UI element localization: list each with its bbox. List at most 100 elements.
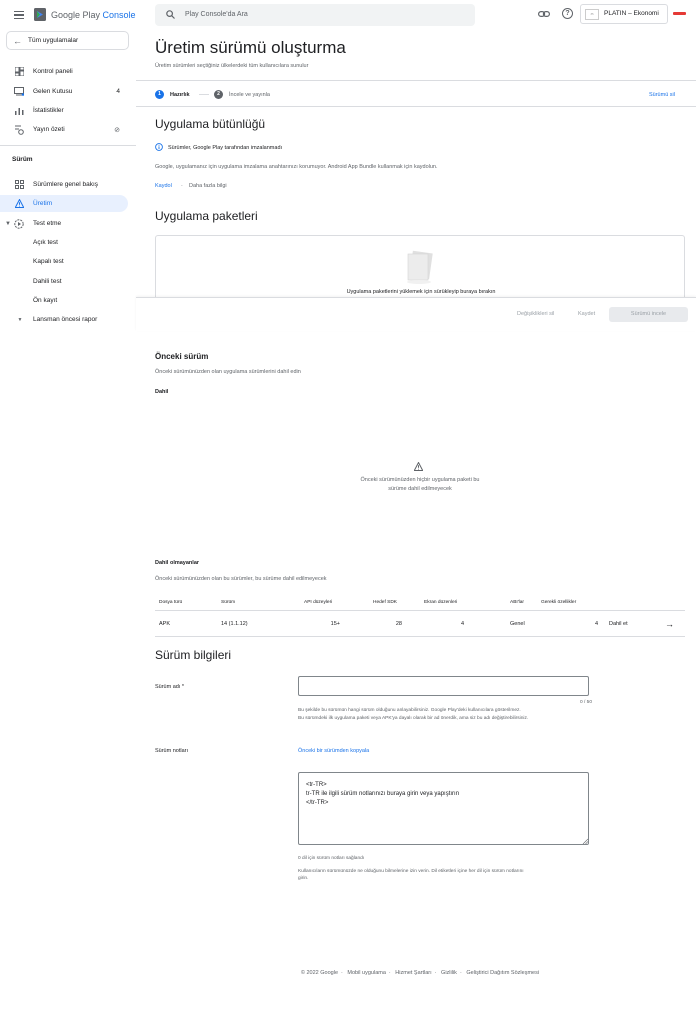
- delete-release-link[interactable]: Sürümü sil: [649, 92, 675, 98]
- sidebar-item-releases-overview[interactable]: Sürümlere genel bakış: [0, 176, 128, 193]
- previous-release-heading: Önceki sürüm: [155, 352, 209, 361]
- account-logo: ▭: [585, 9, 599, 20]
- integrity-description: Google, uygulamanız için uygulama imzala…: [155, 164, 438, 170]
- release-name-input[interactable]: [298, 676, 589, 696]
- footer-link-privacy[interactable]: Gizlilik: [441, 970, 457, 976]
- include-button[interactable]: Dahil et: [609, 621, 628, 627]
- sidebar-item-label: Ön kayıt: [33, 297, 58, 304]
- logo-row: Google Play Console: [0, 0, 136, 30]
- sidebar-item-statistics[interactable]: İstatistikler: [0, 102, 128, 119]
- table-cell-screen-layouts: 4: [460, 621, 464, 627]
- app-integrity-heading: Uygulama bütünlüğü: [155, 117, 266, 131]
- sidebar: Google Play Console ← Tüm uygulamalar Ko…: [0, 0, 136, 1024]
- footer-link-mobile-app[interactable]: Mobil uygulama: [347, 970, 386, 976]
- all-apps-button[interactable]: ← Tüm uygulamalar: [6, 31, 129, 50]
- table-cell-target-sdk: 28: [395, 621, 402, 627]
- flag-icon: [673, 12, 686, 15]
- brand-console: Console: [102, 10, 136, 20]
- review-release-button[interactable]: Sürümü incele: [609, 307, 688, 322]
- search-placeholder: Play Console'da Ara: [185, 11, 248, 18]
- footer-copyright: © 2022 Google: [300, 970, 339, 976]
- brand-name[interactable]: Google Play Console: [51, 10, 136, 20]
- help-icon[interactable]: ?: [562, 8, 573, 19]
- learn-more-link[interactable]: Daha fazla bilgi: [189, 183, 227, 189]
- drop-zone-text: Uygulama paketlerini yüklemek için sürük…: [346, 289, 496, 295]
- sidebar-item-internal-testing[interactable]: Dahili test: [0, 273, 128, 290]
- release-name-label-text: Sürüm adı: [155, 684, 181, 690]
- publishing-icon: [14, 125, 24, 135]
- table-header-api-levels: API düzeyleri: [304, 600, 333, 605]
- sidebar-item-label: Test etme: [33, 220, 62, 227]
- previous-release-description: Önceki sürümünüzden olan uygulama sürüml…: [155, 369, 301, 375]
- expand-arrow-icon[interactable]: ▼: [3, 219, 13, 229]
- table-cell-abis: Genel: [510, 621, 525, 627]
- sidebar-item-pre-registration[interactable]: Ön kayıt: [0, 292, 128, 309]
- step-1-circle: 1: [155, 90, 164, 99]
- save-button[interactable]: Kaydet: [578, 311, 595, 317]
- sidebar-item-closed-testing[interactable]: Kapalı test: [0, 253, 128, 270]
- not-included-description: Önceki sürümünüzden olan bu sürümler, bu…: [155, 576, 327, 582]
- table-header-screen-layouts: Ekran düzenleri: [424, 600, 458, 605]
- step-1-label[interactable]: Hazırlık: [170, 92, 190, 98]
- table-cell-file-type: APK: [159, 621, 171, 627]
- copy-from-previous-link[interactable]: Önceki bir sürümden kopyala: [298, 748, 369, 754]
- testing-icon: [14, 218, 24, 229]
- sidebar-item-testing[interactable]: ▼ Test etme: [0, 215, 128, 232]
- sidebar-item-label: Kapalı test: [33, 258, 64, 265]
- sidebar-item-publishing-overview[interactable]: Yayın özeti ⊘: [0, 121, 128, 138]
- sidebar-divider: [0, 145, 136, 146]
- sidebar-item-pre-launch-report[interactable]: ▼ Lansman öncesi rapor: [0, 311, 128, 328]
- google-play-console-logo[interactable]: [34, 8, 46, 21]
- table-header-required-features: Gerekli özellikler: [541, 600, 577, 605]
- footer-link-dda[interactable]: Geliştirici Dağıtım Sözleşmesi: [466, 970, 539, 976]
- link-separator: ·: [181, 183, 183, 189]
- release-name-help-1: Bu şekilde bu sürümün hangi sürüm olduğu…: [298, 708, 521, 713]
- required-mark: *: [181, 684, 185, 690]
- inbox-icon: [14, 87, 24, 97]
- table-header-divider: [155, 610, 685, 611]
- page-subtitle: Üretim sürümleri seçtiğiniz ülkelerdeki …: [155, 63, 309, 69]
- account-name: PLATIN – Ekonomi: [604, 10, 659, 17]
- enroll-link[interactable]: Kaydol: [155, 183, 172, 189]
- info-icon: [155, 143, 163, 151]
- sidebar-item-production[interactable]: Üretim: [0, 195, 128, 212]
- sidebar-item-inbox[interactable]: Gelen Kutusu 4: [0, 83, 128, 100]
- account-switcher[interactable]: ▭ PLATIN – Ekonomi: [580, 4, 668, 24]
- sidebar-item-label: Gelen Kutusu: [33, 88, 73, 95]
- release-notes-help-1: Kullanıcıların sürümünüzde ne olduğunu b…: [298, 869, 524, 874]
- sidebar-item-open-testing[interactable]: Açık test: [0, 234, 128, 251]
- search-input[interactable]: Play Console'da Ara: [155, 4, 475, 26]
- expand-arrow-icon[interactable]: ▼: [15, 315, 25, 325]
- arrow-right-icon[interactable]: →: [665, 619, 674, 629]
- menu-icon[interactable]: [14, 11, 24, 19]
- sidebar-item-label: Kontrol paneli: [33, 68, 73, 75]
- table-cell-version: 14 (1.1.12): [221, 621, 248, 627]
- page-title: Üretim sürümü oluşturma: [155, 38, 346, 57]
- resize-handle-icon[interactable]: [582, 838, 588, 844]
- table-header-target-sdk: Hedef SDK: [373, 600, 397, 605]
- sidebar-item-label: Üretim: [33, 200, 53, 207]
- all-apps-label: Tüm uygulamalar: [28, 37, 79, 44]
- footer-link-terms[interactable]: Hizmet Şartları: [395, 970, 431, 976]
- link-icon[interactable]: [538, 9, 550, 19]
- release-notes-help-2: girin.: [298, 876, 309, 881]
- char-counter: 0 / 50: [580, 700, 593, 705]
- table-cell-api-levels: 15+: [330, 621, 340, 627]
- sidebar-item-dashboard[interactable]: Kontrol paneli: [0, 63, 128, 80]
- bundle-drop-zone[interactable]: Uygulama paketlerini yüklemek için sürük…: [155, 235, 685, 298]
- step-2-label[interactable]: İncele ve yayınla: [229, 92, 270, 98]
- upload-files-icon: [407, 250, 433, 284]
- sidebar-item-label: Lansman öncesi rapor: [33, 316, 98, 323]
- step-connector: [199, 94, 209, 95]
- table-row-divider: [155, 636, 685, 637]
- steps-divider: [136, 106, 696, 107]
- table-header-version: Sürüm: [221, 600, 236, 605]
- release-notes-textarea[interactable]: <tr-TR> tr-TR ile ilgili sürüm notlarını…: [298, 772, 589, 845]
- header-divider: [136, 80, 696, 81]
- release-name-label: Sürüm adı *: [155, 684, 184, 690]
- release-name-help-2: Bu sürümdeki ilk uygulama paketi veya AP…: [298, 716, 529, 721]
- sidebar-item-label: Dahili test: [33, 278, 62, 285]
- back-arrow-icon: ←: [13, 35, 22, 46]
- discard-changes-button[interactable]: Değişiklikleri sil: [517, 311, 554, 317]
- sidebar-item-label: Açık test: [33, 239, 58, 246]
